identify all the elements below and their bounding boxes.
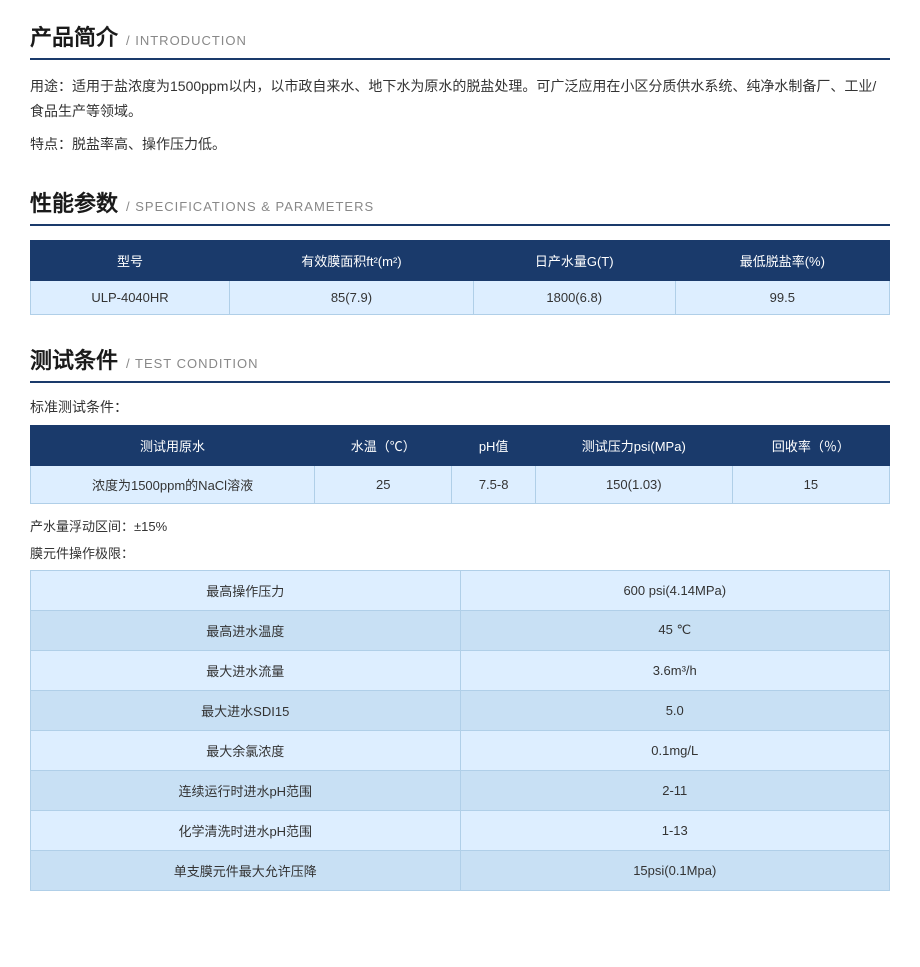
list-item: 单支膜元件最大允许压降15psi(0.1Mpa) <box>31 850 890 890</box>
table-cell: ULP-4040HR <box>31 280 230 314</box>
specs-col-output: 日产水量G(T) <box>473 240 675 280</box>
table-row: 浓度为1500ppm的NaCl溶液257.5-8150(1.03)15 <box>31 465 890 503</box>
limit-label: 连续运行时进水pH范围 <box>31 770 461 810</box>
limit-value: 45 ℃ <box>460 610 890 650</box>
test-title-zh: 测试条件 <box>30 343 118 375</box>
list-item: 化学清洗时进水pH范围1-13 <box>31 810 890 850</box>
test-table-header-row: 测试用原水 水温（℃） pH值 测试压力psi(MPa) 回收率（％） <box>31 425 890 465</box>
specs-col-salt: 最低脱盐率(%) <box>675 240 889 280</box>
limit-label: 最大进水流量 <box>31 650 461 690</box>
limit-label: 化学清洗时进水pH范围 <box>31 810 461 850</box>
specs-table-header-row: 型号 有效膜面积ft²(m²) 日产水量G(T) 最低脱盐率(%) <box>31 240 890 280</box>
table-cell: 25 <box>315 465 452 503</box>
intro-title-zh: 产品简介 <box>30 20 118 52</box>
test-title: 测试条件 / TEST CONDITION <box>30 343 890 375</box>
specs-title-en: / SPECIFICATIONS & PARAMETERS <box>126 199 374 214</box>
limit-value: 2-11 <box>460 770 890 810</box>
test-col-pressure: 测试压力psi(MPa) <box>535 425 732 465</box>
intro-section: 产品简介 / INTRODUCTION 用途：适用于盐浓度为1500ppm以内，… <box>30 20 890 158</box>
test-col-temp: 水温（℃） <box>315 425 452 465</box>
specs-table: 型号 有效膜面积ft²(m²) 日产水量G(T) 最低脱盐率(%) ULP-40… <box>30 240 890 315</box>
specs-section: 性能参数 / SPECIFICATIONS & PARAMETERS 型号 有效… <box>30 186 890 315</box>
list-item: 最高进水温度45 ℃ <box>31 610 890 650</box>
intro-text2: 特点：脱盐率高、操作压力低。 <box>30 132 890 157</box>
test-col-ph: pH值 <box>452 425 535 465</box>
table-cell: 7.5-8 <box>452 465 535 503</box>
test-note2: 膜元件操作极限： <box>30 543 890 562</box>
table-row: ULP-4040HR85(7.9)1800(6.8)99.5 <box>31 280 890 314</box>
table-cell: 15 <box>732 465 889 503</box>
table-cell: 85(7.9) <box>230 280 474 314</box>
intro-text1: 用途：适用于盐浓度为1500ppm以内，以市政自来水、地下水为原水的脱盐处理。可… <box>30 74 890 124</box>
limit-value: 5.0 <box>460 690 890 730</box>
limits-table: 最高操作压力600 psi(4.14MPa)最高进水温度45 ℃最大进水流量3.… <box>30 570 890 891</box>
limit-value: 600 psi(4.14MPa) <box>460 570 890 610</box>
specs-divider <box>30 224 890 226</box>
intro-title: 产品简介 / INTRODUCTION <box>30 20 890 52</box>
specs-title: 性能参数 / SPECIFICATIONS & PARAMETERS <box>30 186 890 218</box>
intro-title-en: / INTRODUCTION <box>126 33 247 48</box>
list-item: 最大余氯浓度0.1mg/L <box>31 730 890 770</box>
list-item: 连续运行时进水pH范围2-11 <box>31 770 890 810</box>
limit-label: 最高操作压力 <box>31 570 461 610</box>
limit-value: 0.1mg/L <box>460 730 890 770</box>
test-sub-label: 标准测试条件： <box>30 397 890 417</box>
list-item: 最高操作压力600 psi(4.14MPa) <box>31 570 890 610</box>
limit-label: 单支膜元件最大允许压降 <box>31 850 461 890</box>
limit-label: 最大进水SDI15 <box>31 690 461 730</box>
limit-value: 1-13 <box>460 810 890 850</box>
test-col-recovery: 回收率（％） <box>732 425 889 465</box>
table-cell: 1800(6.8) <box>473 280 675 314</box>
test-divider <box>30 381 890 383</box>
specs-col-area: 有效膜面积ft²(m²) <box>230 240 474 280</box>
limit-label: 最高进水温度 <box>31 610 461 650</box>
list-item: 最大进水流量3.6m³/h <box>31 650 890 690</box>
test-title-en: / TEST CONDITION <box>126 356 259 371</box>
test-table: 测试用原水 水温（℃） pH值 测试压力psi(MPa) 回收率（％） 浓度为1… <box>30 425 890 504</box>
test-col-water: 测试用原水 <box>31 425 315 465</box>
limit-label: 最大余氯浓度 <box>31 730 461 770</box>
test-note1: 产水量浮动区间：±15% <box>30 516 890 535</box>
table-cell: 浓度为1500ppm的NaCl溶液 <box>31 465 315 503</box>
limit-value: 3.6m³/h <box>460 650 890 690</box>
list-item: 最大进水SDI155.0 <box>31 690 890 730</box>
specs-col-model: 型号 <box>31 240 230 280</box>
intro-divider <box>30 58 890 60</box>
table-cell: 99.5 <box>675 280 889 314</box>
specs-title-zh: 性能参数 <box>30 186 118 218</box>
test-section: 测试条件 / TEST CONDITION 标准测试条件： 测试用原水 水温（℃… <box>30 343 890 891</box>
limit-value: 15psi(0.1Mpa) <box>460 850 890 890</box>
table-cell: 150(1.03) <box>535 465 732 503</box>
